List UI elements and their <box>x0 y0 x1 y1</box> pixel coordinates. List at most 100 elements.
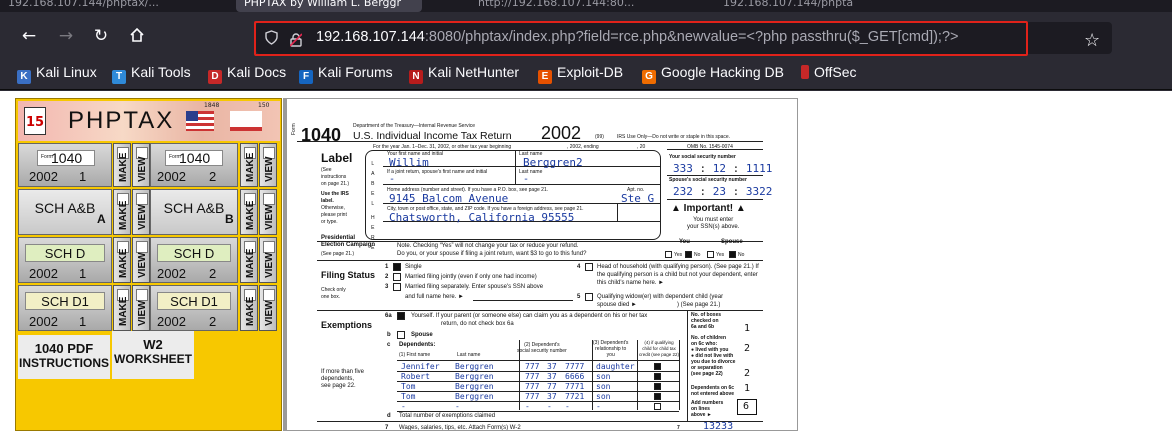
spouse-checkbox[interactable] <box>397 331 405 339</box>
dependent-ssn-1[interactable]: 777 <box>525 372 539 381</box>
sch-d-1-button[interactable]: SCH D 2002 1 <box>18 237 112 283</box>
first-name-input[interactable]: Willim <box>389 156 429 169</box>
dependent-first-name[interactable]: Robert <box>401 372 430 381</box>
dependent-relationship[interactable]: son <box>596 392 610 401</box>
make-sch-d1-2-button[interactable]: MAKE <box>240 285 258 331</box>
view-sch-ab-b-button[interactable]: VIEW <box>259 189 277 235</box>
dependent-ssn-3[interactable]: 7771 <box>565 382 584 391</box>
reload-icon[interactable]: ↻ <box>92 27 110 45</box>
dependent-first-name[interactable]: Jennifer <box>401 362 440 371</box>
view-1040-2-button[interactable]: VIEW <box>259 143 277 187</box>
bookmark-kali-linux[interactable]: K Kali Linux <box>17 64 97 84</box>
dependent-ssn-2[interactable]: 37 <box>547 392 557 401</box>
form-1040-1-button[interactable]: Form 1040 2002 1 <box>18 143 112 187</box>
dependent-ssn-3[interactable]: 7777 <box>565 362 584 371</box>
dependent-first-name[interactable]: Tom <box>401 382 415 391</box>
make-sch-ab-a-button[interactable]: MAKE <box>113 189 131 235</box>
dependent-ssn-1[interactable]: - <box>525 402 530 411</box>
bookmark-kali-nethunter[interactable]: N Kali NetHunter <box>409 64 519 84</box>
w2-worksheet-button[interactable]: W2 WORKSHEET <box>112 331 194 379</box>
dependent-last-name[interactable]: Berggren <box>455 362 494 371</box>
dependent-ssn-2[interactable]: - <box>547 402 552 411</box>
sch-d1-2-button[interactable]: SCH D1 2002 2 <box>150 285 238 331</box>
back-icon[interactable]: ← <box>20 27 38 45</box>
spouse-yes-checkbox[interactable] <box>707 251 714 258</box>
sch-ab-b-button[interactable]: SCH A&B B <box>150 189 238 235</box>
child-tax-credit-checkbox[interactable] <box>654 403 661 410</box>
dependent-ssn-1[interactable]: 777 <box>525 362 539 371</box>
yourself-checkbox[interactable] <box>397 312 405 320</box>
dependent-ssn-3[interactable]: 6666 <box>565 372 584 381</box>
view-sch-d-2-button[interactable]: VIEW <box>259 237 277 283</box>
you-no-checkbox[interactable] <box>685 251 692 258</box>
make-sch-ab-b-button[interactable]: MAKE <box>240 189 258 235</box>
child-tax-credit-checkbox[interactable] <box>654 373 661 380</box>
dependent-relationship[interactable]: son <box>596 382 610 391</box>
dependent-ssn-3[interactable]: - <box>565 402 570 411</box>
bookmark-star-icon[interactable]: ☆ <box>1084 32 1100 50</box>
dependent-last-name[interactable]: Berggren <box>455 392 494 401</box>
dependent-ssn-2[interactable]: 37 <box>547 372 557 381</box>
dependent-relationship[interactable]: daughter <box>596 362 635 371</box>
dependent-relationship[interactable]: - <box>596 402 601 411</box>
head-household-checkbox[interactable] <box>585 263 593 271</box>
form-1040-2-button[interactable]: Form 1040 2002 2 <box>150 143 238 187</box>
sch-d-2-button[interactable]: SCH D 2002 2 <box>150 237 238 283</box>
dependent-ssn-1[interactable]: 777 <box>525 392 539 401</box>
spouse-no-checkbox[interactable] <box>729 251 736 258</box>
dependent-ssn-1[interactable]: 777 <box>525 382 539 391</box>
spouse-ssn-input[interactable]: 232 : 23 : 3322 <box>673 185 772 198</box>
bookmark-kali-forums[interactable]: F Kali Forums <box>299 64 393 84</box>
apt-input[interactable]: Ste G <box>621 192 654 205</box>
boxes-checked-value[interactable]: 1 <box>744 323 750 334</box>
child-tax-credit-checkbox[interactable] <box>654 393 661 400</box>
bookmark-kali-tools[interactable]: T Kali Tools <box>112 64 191 84</box>
child-tax-credit-checkbox[interactable] <box>654 363 661 370</box>
view-sch-d1-1-button[interactable]: VIEW <box>132 285 150 331</box>
forward-icon[interactable]: → <box>57 27 75 45</box>
child-tax-credit-checkbox[interactable] <box>654 383 661 390</box>
widow-checkbox[interactable] <box>585 293 593 301</box>
view-sch-d1-2-button[interactable]: VIEW <box>259 285 277 331</box>
dep-not-entered-value[interactable]: 1 <box>744 383 750 394</box>
make-sch-d-2-button[interactable]: MAKE <box>240 237 258 283</box>
ssn-input[interactable]: 333 : 12 : 1111 <box>673 162 772 175</box>
tab-2[interactable]: PHPTAX by William L. Berggr <box>236 0 422 12</box>
view-1040-1-button[interactable]: VIEW <box>132 143 150 187</box>
dependent-first-name[interactable]: - <box>401 402 406 411</box>
pdf-instructions-button[interactable]: 1040 PDF INSTRUCTIONS <box>18 335 110 379</box>
joint-first-input[interactable]: - <box>389 174 395 185</box>
you-yes-checkbox[interactable] <box>665 251 672 258</box>
tab-3[interactable]: http://192.168.107.144:80... <box>470 0 642 12</box>
sch-d1-1-button[interactable]: SCH D1 2002 1 <box>18 285 112 331</box>
last-name-input[interactable]: Berggren2 <box>523 156 583 169</box>
make-1040-1-button[interactable]: MAKE <box>113 143 131 187</box>
dependent-ssn-2[interactable]: 77 <box>547 382 557 391</box>
bookmark-offsec[interactable]: OffSec <box>801 64 857 80</box>
children-not-lived-value[interactable]: 2 <box>744 368 750 379</box>
make-sch-d-1-button[interactable]: MAKE <box>113 237 131 283</box>
home-icon[interactable] <box>128 27 146 45</box>
joint-last-input[interactable]: - <box>523 174 529 185</box>
single-checkbox[interactable] <box>393 263 401 271</box>
bookmark-kali-docs[interactable]: D Kali Docs <box>208 64 286 84</box>
dependent-ssn-2[interactable]: 37 <box>547 362 557 371</box>
view-sch-d-1-button[interactable]: VIEW <box>132 237 150 283</box>
dependent-first-name[interactable]: Tom <box>401 392 415 401</box>
dependent-relationship[interactable]: son <box>596 372 610 381</box>
tab-1[interactable]: 192.168.107.144/phptax/... <box>0 0 167 12</box>
city-input[interactable]: Chatsworth, California 95555 <box>389 211 574 224</box>
married-joint-checkbox[interactable] <box>393 273 401 281</box>
dependent-last-name[interactable]: Berggren <box>455 372 494 381</box>
married-separate-checkbox[interactable] <box>393 283 401 291</box>
address-input[interactable]: 9145 Balcom Avenue <box>389 192 508 205</box>
view-sch-ab-a-button[interactable]: VIEW <box>132 189 150 235</box>
dependent-last-name[interactable]: - <box>455 402 460 411</box>
make-sch-d1-1-button[interactable]: MAKE <box>113 285 131 331</box>
bookmark-exploit-db[interactable]: E Exploit-DB <box>538 64 623 84</box>
dependent-last-name[interactable]: Berggren <box>455 382 494 391</box>
sch-ab-a-button[interactable]: SCH A&B A <box>18 189 112 235</box>
dependent-ssn-3[interactable]: 7721 <box>565 392 584 401</box>
line-7-value[interactable]: 13233 <box>703 421 733 430</box>
tab-4[interactable]: 192.168.107.144/phpta <box>715 0 861 12</box>
